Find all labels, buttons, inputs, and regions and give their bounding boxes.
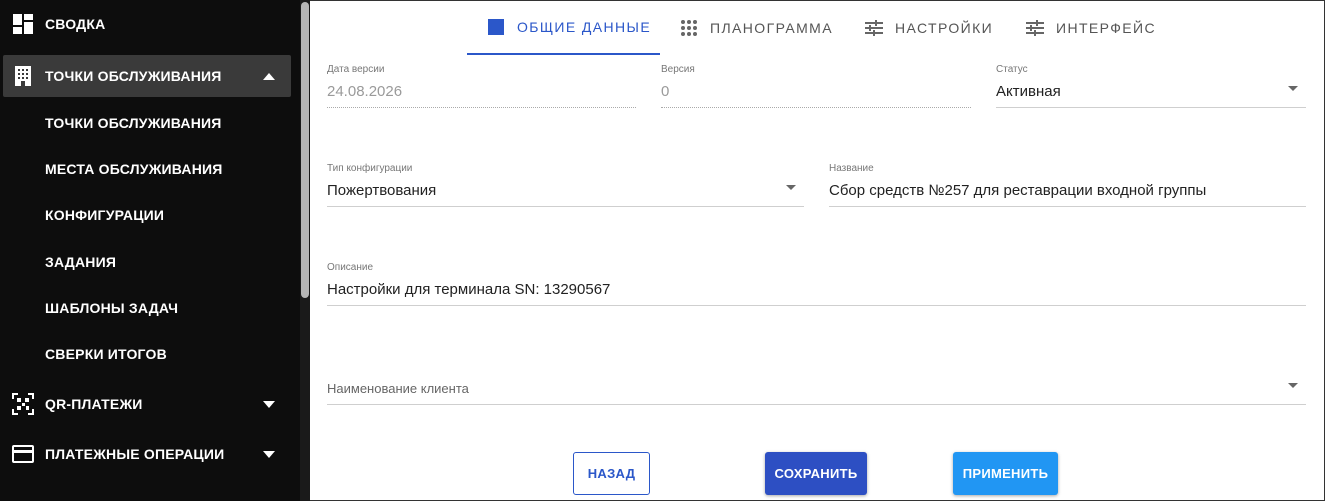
grid-dots-icon: [680, 19, 698, 37]
sidebar: СВОДКА ТОЧКИ ОБСЛУЖИВАНИЯ ТОЧКИ ОБСЛУЖИВ…: [0, 0, 300, 501]
sidebar-subitem-service-places[interactable]: МЕСТА ОБСЛУЖИВАНИЯ: [45, 161, 223, 177]
field-label: Название: [829, 163, 874, 174]
building-icon: [12, 65, 34, 87]
scrollbar-thumb[interactable]: [301, 2, 309, 298]
back-button[interactable]: НАЗАД: [573, 452, 650, 495]
tab-general-data[interactable]: ОБЩИЕ ДАННЫЕ: [467, 1, 660, 55]
field-underline: [327, 107, 636, 108]
dashboard-icon: [12, 13, 34, 35]
field-underline: [829, 206, 1306, 207]
main-content: ОБЩИЕ ДАННЫЕ ПЛАНОГРАММА НАСТРОЙКИ ИНТЕР…: [310, 0, 1325, 501]
sidebar-item-label: QR-ПЛАТЕЖИ: [45, 396, 143, 412]
field-value: Сбор средств №257 для реставрации входно…: [829, 182, 1207, 199]
name-field[interactable]: Название Сбор средств №257 для реставрац…: [829, 163, 1306, 207]
field-underline: [327, 206, 804, 207]
sidebar-item-payment-operations[interactable]: ПЛАТЕЖНЫЕ ОПЕРАЦИИ: [0, 433, 292, 475]
field-value: Пожертвования: [327, 182, 437, 199]
tab-label: ИНТЕРФЕЙС: [1056, 20, 1156, 36]
sliders-icon: [1026, 19, 1044, 37]
field-value: 24.08.2026: [327, 83, 403, 100]
sidebar-item-summary[interactable]: СВОДКА: [0, 3, 292, 45]
sidebar-subitem-tasks[interactable]: ЗАДАНИЯ: [45, 254, 116, 270]
dropdown-arrow-icon: [1288, 86, 1298, 91]
qr-code-icon: [12, 393, 34, 415]
sidebar-item-qr-payments[interactable]: QR-ПЛАТЕЖИ: [0, 383, 292, 425]
credit-card-icon: [12, 443, 34, 465]
dropdown-arrow-icon: [786, 185, 796, 190]
sidebar-item-label: ТОЧКИ ОБСЛУЖИВАНИЯ: [45, 68, 222, 84]
sliders-icon: [865, 19, 883, 37]
status-select[interactable]: Статус Активная: [996, 64, 1306, 108]
field-label: Тип конфигурации: [327, 163, 413, 174]
sidebar-subitem-configurations[interactable]: КОНФИГУРАЦИИ: [45, 207, 164, 223]
field-underline: [327, 404, 1306, 405]
field-label: Версия: [661, 64, 695, 75]
version-field: Версия 0: [661, 64, 971, 108]
description-field[interactable]: Описание Настройки для терминала SN: 132…: [327, 262, 1306, 306]
field-value: 0: [661, 83, 670, 100]
field-label: Описание: [327, 262, 374, 273]
sidebar-scrollbar[interactable]: [300, 0, 310, 501]
tab-settings[interactable]: НАСТРОЙКИ: [865, 1, 993, 55]
sidebar-item-label: ПЛАТЕЖНЫЕ ОПЕРАЦИИ: [45, 446, 225, 462]
sidebar-item-service-points[interactable]: ТОЧКИ ОБСЛУЖИВАНИЯ: [3, 55, 291, 97]
apply-button[interactable]: ПРИМЕНИТЬ: [953, 452, 1058, 495]
tab-label: ОБЩИЕ ДАННЫЕ: [517, 19, 652, 35]
tab-planogram[interactable]: ПЛАНОГРАММА: [680, 1, 833, 55]
sidebar-subitem-service-points[interactable]: ТОЧКИ ОБСЛУЖИВАНИЯ: [45, 115, 222, 131]
field-value: Активная: [996, 83, 1061, 100]
field-underline: [996, 107, 1306, 108]
square-icon: [487, 18, 505, 36]
tab-label: НАСТРОЙКИ: [895, 20, 994, 36]
field-value: Настройки для терминала SN: 13290567: [327, 281, 611, 298]
field-underline: [661, 107, 971, 108]
client-select[interactable]: Наименование клиента: [327, 371, 1306, 405]
sidebar-item-label: СВОДКА: [45, 16, 106, 32]
dropdown-arrow-icon: [1288, 383, 1298, 388]
sidebar-subitem-task-templates[interactable]: ШАБЛОНЫ ЗАДАЧ: [45, 300, 178, 316]
chevron-up-icon: [262, 69, 276, 83]
field-placeholder: Наименование клиента: [327, 381, 469, 396]
field-label: Статус: [996, 64, 1028, 75]
version-date-field: Дата версии 24.08.2026: [327, 64, 636, 108]
sidebar-subitem-reconciliations[interactable]: СВЕРКИ ИТОГОВ: [45, 346, 167, 362]
tab-label: ПЛАНОГРАММА: [710, 20, 833, 36]
chevron-down-icon: [262, 447, 276, 461]
config-type-select[interactable]: Тип конфигурации Пожертвования: [327, 163, 804, 207]
chevron-down-icon: [262, 397, 276, 411]
tab-interface[interactable]: ИНТЕРФЕЙС: [1026, 1, 1156, 55]
field-label: Дата версии: [327, 64, 385, 75]
field-underline: [327, 305, 1306, 306]
save-button[interactable]: СОХРАНИТЬ: [765, 452, 867, 495]
